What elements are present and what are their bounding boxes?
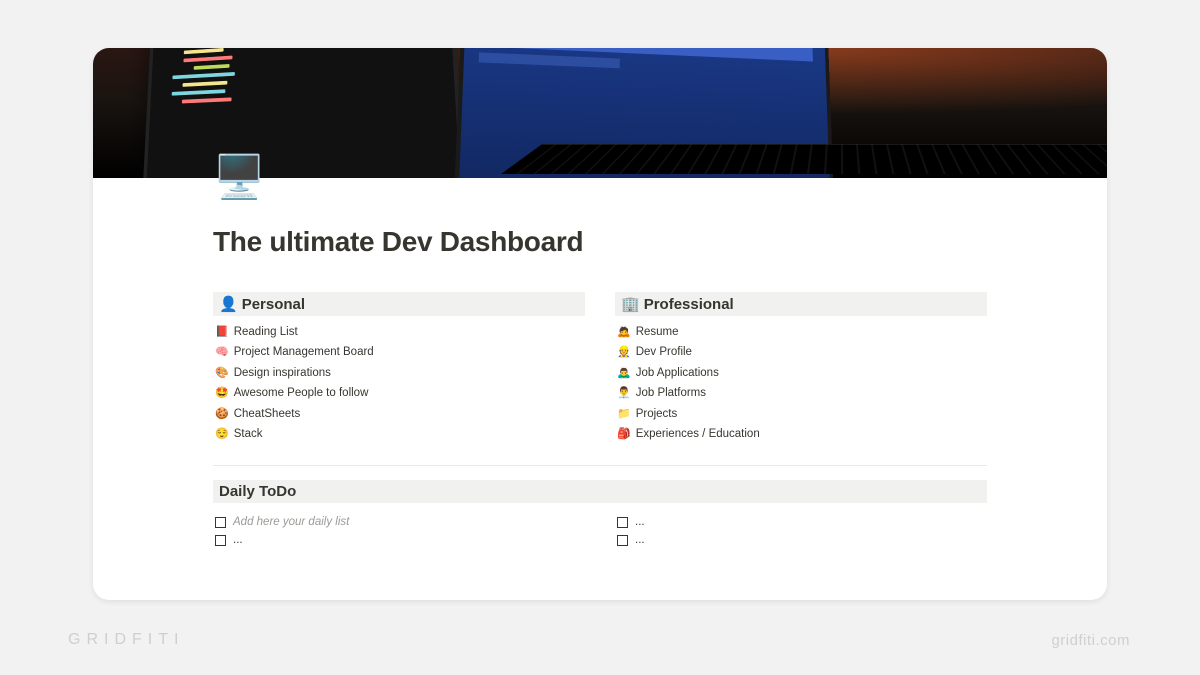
checkbox-icon[interactable] — [215, 535, 226, 546]
bow-icon: 🙇 — [617, 327, 631, 338]
todo-label: ... — [635, 516, 645, 528]
list-item-label: Stack — [234, 429, 263, 441]
list-item[interactable]: 👨‍💼 Job Platforms — [615, 384, 987, 405]
professional-column: 🏢 Professional 🙇 Resume 👷 Dev Profile 🙇‍♂️… — [615, 292, 987, 445]
list-item[interactable]: 🍪 CheatSheets — [213, 404, 585, 425]
two-column-layout: 👤 Personal 📕 Reading List 🧠 Project Manage… — [213, 292, 987, 445]
bow2-icon: 🙇‍♂️ — [617, 368, 631, 379]
worker-icon: 👷 — [617, 347, 631, 358]
building-icon: 🏢 — [621, 295, 640, 313]
list-item[interactable]: 🤩 Awesome People to follow — [213, 384, 585, 405]
relieved-icon: 😌 — [215, 429, 229, 440]
list-item-label: Awesome People to follow — [234, 388, 369, 400]
list-item-label: Job Applications — [636, 368, 719, 380]
cover-keyboard — [501, 144, 1107, 174]
list-item[interactable]: 🙇‍♂️ Job Applications — [615, 363, 987, 384]
list-item-label: Design inspirations — [234, 368, 331, 380]
cookie-icon: 🍪 — [215, 409, 229, 420]
list-item[interactable]: 📕 Reading List — [213, 322, 585, 343]
professional-items: 🙇 Resume 👷 Dev Profile 🙇‍♂️ Job Application… — [615, 322, 987, 445]
todo-item[interactable]: ... — [213, 531, 585, 549]
todo-item[interactable]: Add here your daily list — [213, 513, 585, 531]
list-item-label: Job Platforms — [636, 388, 706, 400]
page-content: The ultimate Dev Dashboard 👤 Personal 📕 R… — [93, 178, 1107, 549]
brain-icon: 🧠 — [215, 347, 229, 358]
list-item[interactable]: 📁 Projects — [615, 404, 987, 425]
todo-label: ... — [635, 534, 645, 546]
list-item-label: Projects — [636, 409, 678, 421]
folder-icon: 📁 — [617, 409, 631, 420]
todo-item[interactable]: ... — [615, 531, 987, 549]
list-item[interactable]: 🎨 Design inspirations — [213, 363, 585, 384]
book-icon: 📕 — [215, 327, 229, 338]
professional-header[interactable]: 🏢 Professional — [615, 292, 987, 316]
todo-item[interactable]: ... — [615, 513, 987, 531]
page-icon[interactable]: 🖥️ — [213, 156, 265, 198]
list-item[interactable]: 👷 Dev Profile — [615, 343, 987, 364]
star-eyes-icon: 🤩 — [215, 388, 229, 399]
professional-title: Professional — [644, 296, 734, 313]
backpack-icon: 🎒 — [617, 429, 631, 440]
todo-left-column: Add here your daily list ... — [213, 513, 585, 549]
todo-right-column: ... ... — [615, 513, 987, 549]
brand-url: gridfiti.com — [1051, 632, 1130, 649]
todo-header[interactable]: Daily ToDo — [213, 480, 987, 503]
list-item-label: Reading List — [234, 327, 298, 339]
checkbox-icon[interactable] — [617, 517, 628, 528]
notion-page-card: 🖥️ The ultimate Dev Dashboard 👤 Personal… — [93, 48, 1107, 600]
office-worker-icon: 👨‍💼 — [617, 388, 631, 399]
person-icon: 👤 — [219, 295, 238, 313]
list-item-label: Resume — [636, 327, 679, 339]
personal-header[interactable]: 👤 Personal — [213, 292, 585, 316]
personal-title: Personal — [242, 296, 305, 313]
todo-columns: Add here your daily list ... ... ... — [213, 513, 987, 549]
list-item[interactable]: 😌 Stack — [213, 425, 585, 446]
personal-items: 📕Reading List 🧠Project Management Board … — [213, 322, 585, 445]
list-item-label: Project Management Board — [234, 347, 374, 359]
todo-label: Add here your daily list — [233, 516, 349, 528]
personal-column: 👤 Personal 📕 Reading List 🧠 Project Manage… — [213, 292, 585, 445]
cover-monitor-left — [141, 48, 468, 178]
list-item[interactable]: 🙇 Resume — [615, 322, 987, 343]
todo-label: ... — [233, 534, 243, 546]
list-item[interactable]: 🧠 Project Management Board — [213, 343, 585, 364]
checkbox-icon[interactable] — [215, 517, 226, 528]
brand-watermark: GRIDFITI — [68, 631, 184, 649]
page-title[interactable]: The ultimate Dev Dashboard — [213, 226, 987, 258]
list-item[interactable]: 🎒 Experiences / Education — [615, 425, 987, 446]
list-item-label: Dev Profile — [636, 347, 692, 359]
checkbox-icon[interactable] — [617, 535, 628, 546]
divider — [213, 465, 987, 466]
palette-icon: 🎨 — [215, 368, 229, 379]
list-item-label: Experiences / Education — [636, 429, 760, 441]
list-item-label: CheatSheets — [234, 409, 301, 421]
